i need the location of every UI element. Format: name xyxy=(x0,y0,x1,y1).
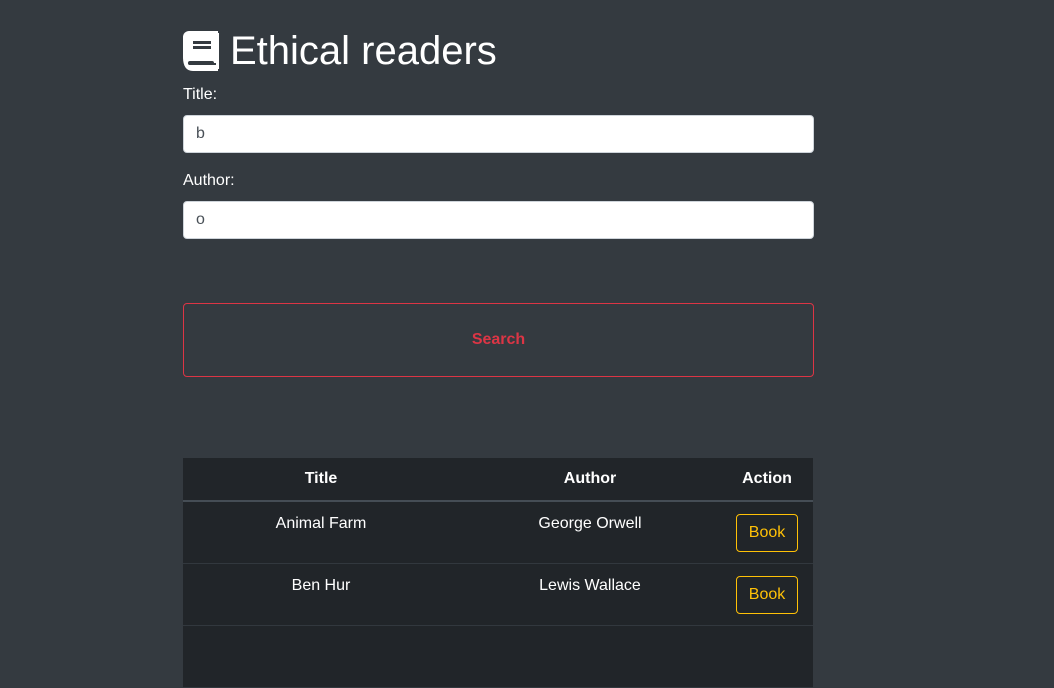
action-cell: Book xyxy=(721,501,813,564)
book-icon xyxy=(183,31,219,71)
column-header-author: Author xyxy=(459,458,721,502)
table-row: Ben Hur Lewis Wallace Book xyxy=(183,563,813,626)
search-button[interactable]: Search xyxy=(183,303,814,377)
action-cell xyxy=(721,625,813,688)
book-button[interactable]: Book xyxy=(735,514,799,552)
book-title-cell: Ben Hur xyxy=(183,563,459,626)
book-title-cell: Animal Farm xyxy=(183,501,459,564)
table-header-row: Title Author Action xyxy=(183,458,813,502)
book-author-cell: George Orwell xyxy=(459,501,721,564)
results-table: Title Author Action Animal Farm George O… xyxy=(183,458,813,688)
book-author-cell xyxy=(459,625,721,688)
author-label: Author: xyxy=(183,172,235,189)
book-button[interactable]: Book xyxy=(735,575,799,614)
table-row xyxy=(183,625,813,688)
page-title: Ethical readers xyxy=(230,29,497,73)
book-author-cell: Lewis Wallace xyxy=(459,563,721,626)
title-input[interactable] xyxy=(183,115,814,153)
column-header-title: Title xyxy=(183,458,459,502)
book-title-cell xyxy=(183,625,459,688)
title-label: Title: xyxy=(183,86,218,103)
table-row: Animal Farm George Orwell Book xyxy=(183,501,813,564)
action-cell: Book xyxy=(721,563,813,626)
author-input[interactable] xyxy=(183,201,814,239)
page-header: Ethical readers xyxy=(183,30,497,72)
column-header-action: Action xyxy=(721,458,813,502)
